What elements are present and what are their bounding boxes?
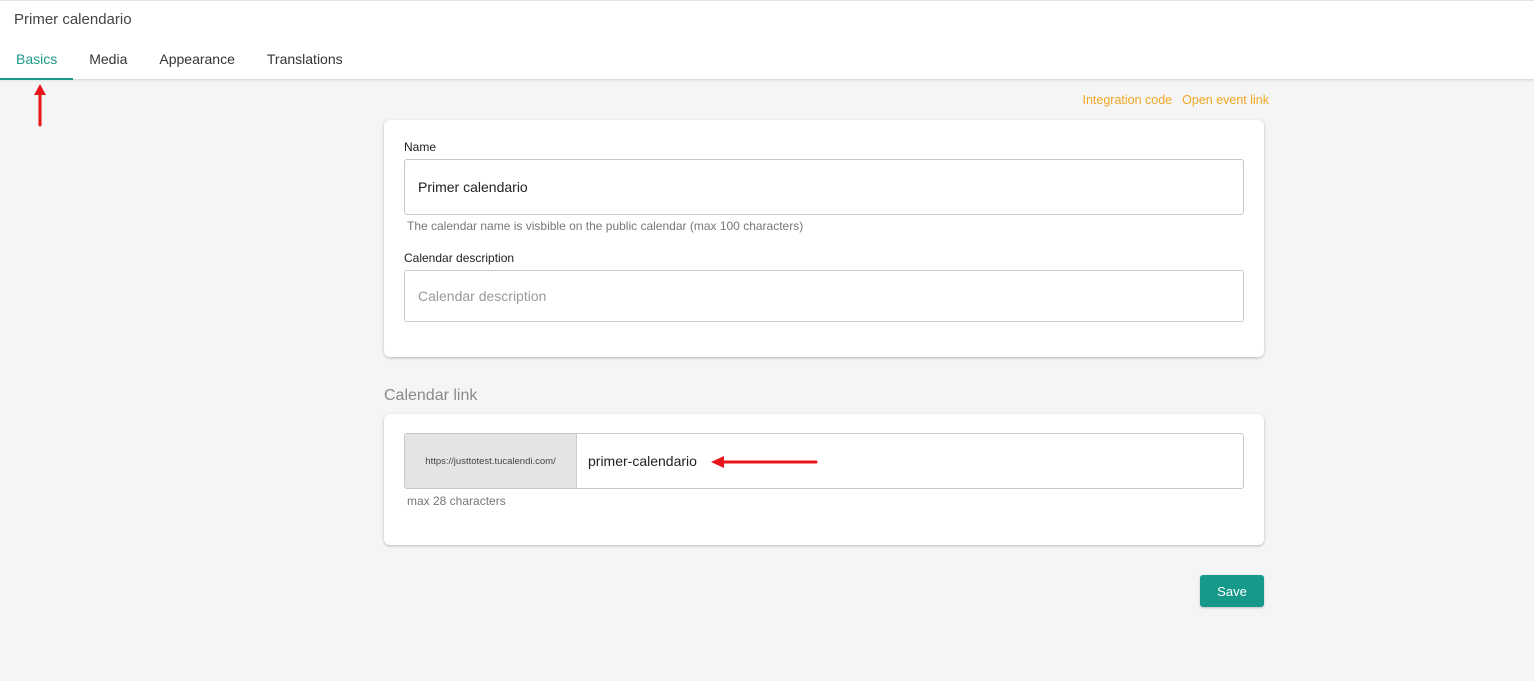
description-label: Calendar description	[404, 251, 515, 265]
calendar-link-hint: max 28 characters	[407, 494, 506, 508]
tab-translations[interactable]: Translations	[251, 37, 359, 80]
tab-appearance[interactable]: Appearance	[143, 37, 251, 80]
tab-basics[interactable]: Basics	[0, 37, 74, 80]
tab-media[interactable]: Media	[73, 37, 143, 80]
top-links: Integration code Open event link	[1082, 93, 1269, 107]
calendar-slug-input[interactable]	[577, 434, 1243, 488]
description-input[interactable]	[404, 270, 1244, 322]
calendar-link-prefix: https://justtotest.tucalendi.com/	[405, 434, 577, 488]
calendar-link-section-title: Calendar link	[384, 387, 478, 404]
integration-code-link[interactable]: Integration code	[1082, 93, 1172, 107]
tab-bar: Basics Media Appearance Translations	[0, 37, 359, 80]
name-label: Name	[404, 140, 437, 154]
page-title: Primer calendario	[14, 11, 132, 28]
save-button[interactable]: Save	[1200, 575, 1264, 607]
open-event-link[interactable]: Open event link	[1182, 93, 1269, 107]
name-input[interactable]	[404, 159, 1244, 215]
name-hint: The calendar name is visbible on the pub…	[407, 219, 804, 233]
red-arrow-up-icon	[34, 84, 46, 127]
calendar-link-field: https://justtotest.tucalendi.com/	[404, 433, 1244, 489]
calendar-link-card: https://justtotest.tucalendi.com/ max 28…	[384, 414, 1264, 545]
top-bar: Primer calendario Basics Media Appearanc…	[0, 0, 1534, 80]
basics-card: Name The calendar name is visbible on th…	[384, 120, 1264, 357]
red-arrow-left-icon	[711, 456, 818, 468]
